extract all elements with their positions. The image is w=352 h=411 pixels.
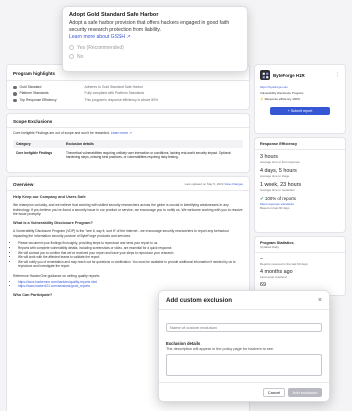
gssh-link-text: Learn more about GSSH	[69, 33, 126, 40]
checkmark-icon	[13, 92, 17, 96]
reference-label: Reference HackerOne guidance on writing …	[13, 274, 101, 279]
highlights-list: Gold Standard Adheres to Gold Standard S…	[13, 84, 243, 104]
radio-option-yes[interactable]: Yes (Recommended)	[69, 45, 241, 51]
more-options-icon[interactable]: ⋮	[335, 72, 340, 78]
avatar	[260, 70, 270, 80]
program-type: Vulnerability Disclosure Program	[260, 91, 304, 96]
divider	[7, 80, 249, 81]
radio-button[interactable]	[69, 54, 74, 60]
reports-count-label: Reports received in the last 90 days	[260, 262, 308, 266]
highlight-value: This program's response efficiency is ab…	[84, 97, 159, 102]
scope-table: Category Exclusion details Core Ineligib…	[13, 139, 243, 162]
modal-title: Add custom exclusion	[166, 297, 233, 304]
popover-body: Adopt a safe harbor provision that offer…	[69, 20, 230, 33]
stat-label: Average time to triage	[260, 174, 290, 178]
stat-label: Average time to resolution	[260, 188, 295, 192]
highlight-value: Fully compliant with Platform Standards	[84, 91, 145, 96]
divider	[7, 127, 249, 128]
external-link-icon: ↗	[129, 131, 132, 135]
response-efficiency-card: Response Efficiency 3 hours Average time…	[254, 137, 346, 233]
highlight-item: Top Response Efficiency This program's r…	[13, 97, 243, 104]
external-link-icon: ↗	[126, 33, 131, 40]
add-exclusion-button[interactable]: Add exclusion	[288, 388, 322, 397]
highlight-label: Top Response Efficiency	[19, 97, 57, 102]
reference-link[interactable]: https://www.hacker101.com/sessions/good_…	[18, 284, 243, 289]
overview-subheading: What is a Vulnerability Disclosure Progr…	[13, 220, 93, 225]
table-cell-category: Core Ineligible Findings	[16, 150, 53, 155]
reports-met-note: Based on last 90 days	[260, 206, 290, 210]
reference-links: https://docs.hackerone.com/hackers/quali…	[13, 280, 243, 289]
org-url-link[interactable]: https://bytefroge.com	[260, 85, 340, 89]
scope-exclusions-card: Scope Exclusions Core Ineligible Finding…	[6, 113, 250, 173]
response-efficiency-summary: ⚡ Response efficiency 100%	[260, 97, 340, 101]
reports-resolved: 69	[260, 282, 266, 288]
exclusion-name-input[interactable]	[166, 323, 322, 332]
plus-icon: +	[287, 109, 290, 114]
scope-intro-text: Core Ineligible Findings are out of scop…	[13, 131, 110, 135]
divider	[159, 382, 329, 383]
add-custom-exclusion-modal: Add custom exclusion × Exclusion details…	[158, 290, 330, 402]
gssh-learn-more-link[interactable]: Learn more about GSSH ↗	[69, 34, 241, 40]
highlight-label: Platform Standards	[19, 91, 49, 96]
response-label: Response efficiency	[264, 97, 292, 102]
close-icon[interactable]: ×	[318, 297, 322, 304]
divider	[255, 252, 345, 253]
exclusion-details-textarea[interactable]	[166, 354, 322, 376]
overview-subheading: Help Keep our Company and Users Safe	[13, 195, 86, 199]
radio-label: Yes (Recommended)	[77, 44, 124, 51]
bolt-icon: ⚡	[260, 97, 264, 102]
divider	[7, 190, 249, 191]
overview-paragraph: We champion curiosity, and we believe th…	[13, 203, 243, 217]
response-value: 100%	[292, 97, 300, 102]
scope-intro: Core Ineligible Findings are out of scop…	[13, 131, 243, 136]
byteforge-logo-icon	[262, 72, 268, 78]
column-header: Exclusion details	[63, 139, 243, 148]
last-report-label: Last report resolved	[260, 275, 287, 279]
scope-heading: Scope Exclusions	[13, 119, 53, 124]
last-updated: Last updated on May 5, 2024 View changes	[185, 182, 243, 186]
overview-heading: Overview	[13, 182, 34, 187]
column-header: Category	[13, 139, 63, 148]
reports-met-block: ✔ 100% of reports Meet response standard…	[260, 196, 340, 210]
view-changes-link[interactable]: View changes	[224, 182, 243, 186]
popover-title: Adopt Gold Standard Safe Harbor	[69, 12, 159, 18]
stat-block: 4 days, 5 hours Average time to triage	[260, 168, 340, 178]
steps-list: Please document your findings thoroughly…	[13, 241, 243, 269]
highlight-label: Gold Standard	[19, 84, 42, 89]
updated-daily: Updated Daily	[260, 245, 279, 249]
divider	[159, 309, 329, 310]
submit-report-button[interactable]: + Submit report	[270, 107, 330, 116]
check-circle-icon: ✔	[260, 196, 264, 201]
submit-report-label: Submit report	[290, 109, 313, 114]
details-label: Exclusion details	[166, 341, 201, 346]
highlight-value: Adheres to Gold Standard Safe Harbor	[84, 84, 143, 89]
stat-block: 1 week, 23 hours Average time to resolut…	[260, 182, 340, 192]
radio-option-no[interactable]: No	[69, 54, 241, 60]
table-cell-details: Theoretical vulnerabilities requiring un…	[66, 150, 231, 159]
reports-met-value: 100% of reports	[264, 196, 296, 201]
org-name: ByteForge H1R	[273, 72, 305, 78]
radio-label: No	[77, 53, 84, 60]
trophy-icon	[13, 98, 17, 102]
last-updated-text: Last updated on May 5, 2024	[184, 182, 224, 187]
details-helper-text: The description will appear in the polic…	[166, 347, 275, 351]
program-stats-card: Program Statistics Updated Daily – Repor…	[254, 236, 346, 296]
overview-paragraph: A Vulnerability Disclosure Program (VDP)…	[13, 229, 229, 238]
org-card: ByteForge H1R ⋮ https://bytefroge.com Vu…	[254, 64, 346, 134]
scope-learn-more-link[interactable]: Learn more	[111, 131, 128, 135]
cancel-button[interactable]: Cancel	[263, 388, 285, 397]
divider	[255, 149, 345, 150]
list-item: We will notify you of remediation and ma…	[18, 260, 243, 269]
response-heading: Response Efficiency	[260, 142, 298, 146]
shield-icon	[13, 85, 17, 89]
stat-label: Average time to first response	[260, 160, 300, 164]
stat-block: 3 hours Average time to first response	[260, 154, 340, 164]
radio-button[interactable]	[69, 45, 74, 51]
safe-harbor-popover: Adopt Gold Standard Safe Harbor Adopt a …	[62, 6, 248, 72]
